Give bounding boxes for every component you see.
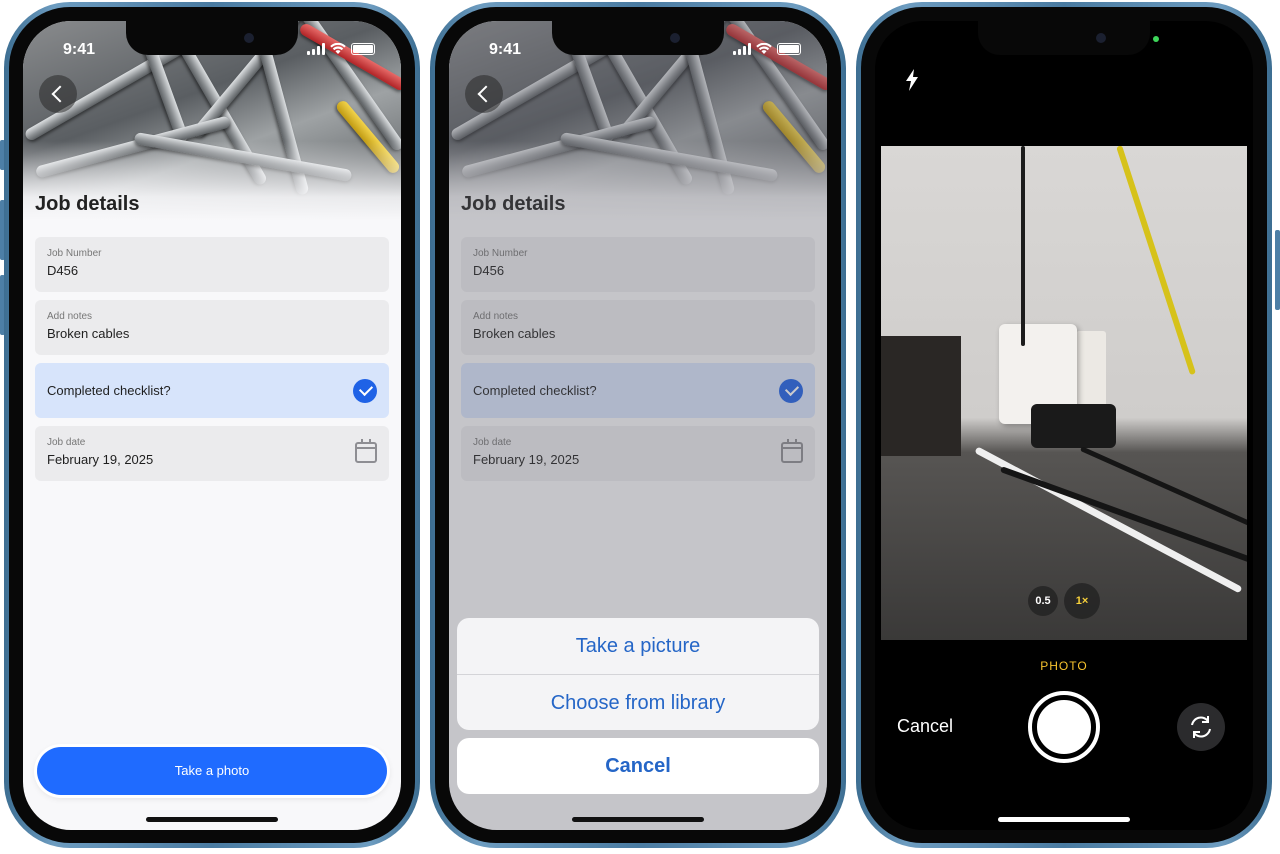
take-picture-option[interactable]: Take a picture — [457, 618, 819, 674]
notch — [552, 21, 724, 55]
home-indicator — [998, 817, 1130, 822]
action-sheet: Take a picture Choose from library Cance… — [457, 618, 819, 794]
notes-field[interactable]: Add notes Broken cables — [35, 300, 389, 355]
sheet-cancel-button[interactable]: Cancel — [457, 738, 819, 794]
job-date-value: February 19, 2025 — [47, 452, 154, 467]
back-button[interactable] — [465, 75, 503, 113]
notes-label: Add notes — [47, 311, 93, 322]
cellular-signal-icon — [733, 42, 751, 55]
shutter-button[interactable] — [1028, 691, 1100, 763]
camera-viewfinder[interactable] — [881, 146, 1247, 640]
screen: 9:41 Job details Job Number D456 Add not… — [23, 21, 401, 830]
camera-in-use-indicator — [1153, 36, 1159, 42]
flash-icon[interactable] — [905, 69, 919, 91]
zoom-1x-button[interactable]: 1× — [1064, 583, 1100, 619]
page-title: Job details — [35, 193, 140, 215]
battery-icon — [351, 43, 375, 55]
notch — [126, 21, 298, 55]
checkmark-icon[interactable] — [353, 379, 377, 403]
phone-job-details: 9:41 Job details Job Number D456 Add not… — [4, 2, 420, 848]
take-photo-button[interactable]: Take a photo — [37, 747, 387, 795]
wifi-icon — [330, 43, 346, 54]
phone-action-sheet: 9:41 Job details Job Number D456 Add not… — [430, 2, 846, 848]
flip-camera-icon — [1191, 716, 1211, 738]
battery-icon — [777, 43, 801, 55]
camera-cancel-button[interactable]: Cancel — [897, 716, 953, 737]
job-number-label: Job Number — [47, 248, 102, 259]
calendar-icon[interactable] — [355, 439, 377, 463]
job-date-label: Job date — [47, 437, 86, 448]
job-number-value: D456 — [47, 263, 79, 278]
job-number-field[interactable]: Job Number D456 — [35, 237, 389, 292]
action-sheet-options: Take a picture Choose from library — [457, 618, 819, 730]
wifi-icon — [756, 43, 772, 54]
cellular-signal-icon — [307, 42, 325, 55]
zoom-selector: 0.5 1× — [1028, 583, 1100, 619]
screen: 9:41 Job details Job Number D456 Add not… — [449, 21, 827, 830]
phone-camera: 0.5 1× PHOTO Cancel — [856, 2, 1272, 848]
back-button[interactable] — [39, 75, 77, 113]
zoom-0-5-button[interactable]: 0.5 — [1028, 586, 1058, 616]
status-time: 9:41 — [63, 41, 96, 58]
power-button — [1275, 230, 1280, 310]
flip-camera-button[interactable] — [1177, 703, 1225, 751]
choose-from-library-option[interactable]: Choose from library — [457, 674, 819, 730]
home-indicator — [572, 817, 704, 822]
job-form: Job Number D456 Add notes Broken cables … — [35, 237, 389, 489]
job-date-field[interactable]: Job date February 19, 2025 — [35, 426, 389, 481]
status-time: 9:41 — [489, 41, 522, 58]
notch — [978, 21, 1150, 55]
camera-mode-label[interactable]: PHOTO — [875, 659, 1253, 673]
checklist-toggle[interactable]: Completed checklist? — [35, 363, 389, 418]
checklist-label: Completed checklist? — [47, 383, 171, 398]
screen: 0.5 1× PHOTO Cancel — [875, 21, 1253, 830]
home-indicator — [146, 817, 278, 822]
notes-value: Broken cables — [47, 326, 130, 341]
